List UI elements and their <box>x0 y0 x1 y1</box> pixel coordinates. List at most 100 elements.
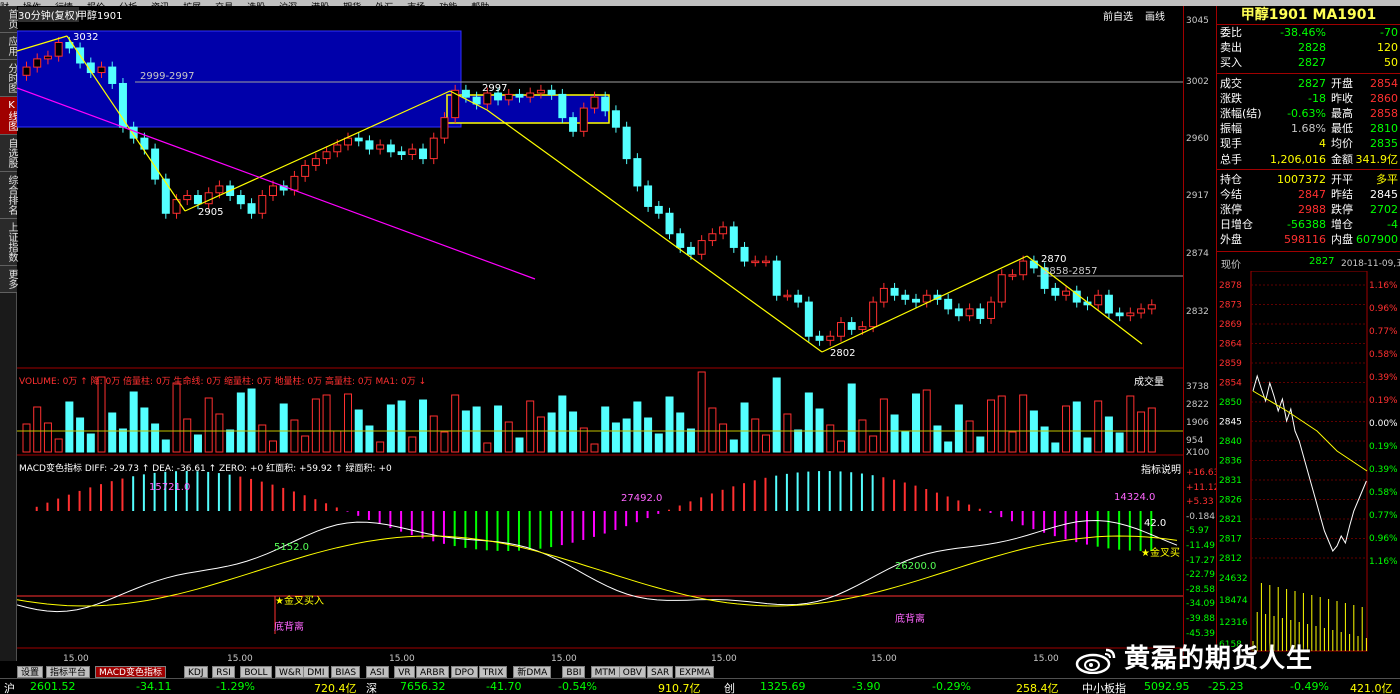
period-label[interactable]: 30分钟(复权) <box>18 7 79 22</box>
quote-value: -56388 <box>1287 218 1326 232</box>
indicator-tab[interactable]: ASI <box>366 666 389 678</box>
quote-row: 成交 2827 开盘 2854 <box>1217 76 1400 91</box>
volume-bar <box>708 407 717 453</box>
candle-body <box>761 260 770 264</box>
left-nav-item[interactable]: 更多 <box>0 266 17 293</box>
indicator-tab[interactable]: RSI <box>212 666 235 678</box>
xaxis-label: 15.00 <box>389 654 415 664</box>
volume-bar <box>547 412 556 453</box>
indicator-tab[interactable]: BOLL <box>240 666 272 678</box>
indicator-tab[interactable]: BBI <box>562 666 586 678</box>
quote-label: 涨跌 <box>1220 91 1242 105</box>
volume-bar <box>740 402 749 453</box>
indicator-tab[interactable]: 设置 <box>17 666 44 678</box>
volume-bar <box>761 434 770 453</box>
volume-bar <box>279 403 288 453</box>
candle-body <box>826 335 835 341</box>
indicator-tab[interactable]: 指标平台 <box>46 666 91 678</box>
toolbar-back-button[interactable]: 前自选 <box>1103 8 1133 23</box>
chart-canvas[interactable] <box>17 6 1183 661</box>
volume-bar <box>43 422 52 453</box>
volume-bar <box>151 423 160 453</box>
candle-body <box>1147 304 1156 310</box>
indicator-tab[interactable]: TRIX <box>478 666 508 678</box>
left-nav-item[interactable]: 应用 <box>0 33 17 60</box>
quote-value: 2860 <box>1370 91 1398 105</box>
mini-axis-left-label: 2831 <box>1219 476 1242 486</box>
sz-amount: 910.7亿 <box>658 682 701 694</box>
left-nav-item[interactable]: 分时图 <box>0 60 17 97</box>
volume-bar <box>826 424 835 453</box>
quote-value: 2827 <box>1298 56 1326 70</box>
volume-bar <box>622 418 631 453</box>
intraday-mini-chart[interactable]: 2878 2873 2869 2864 2859 2854 2850 2845 2840 2836… <box>1217 271 1400 661</box>
mini-axis-right-label: 0.77% <box>1369 327 1398 337</box>
axis-tick-label: 3045 <box>1186 16 1209 26</box>
volume-bar <box>204 397 213 453</box>
quote-row: 卖出 2828 120 <box>1217 40 1400 55</box>
indicator-tab[interactable]: KDJ <box>184 666 208 678</box>
axis-tick-label: -17.27 <box>1186 555 1216 566</box>
axis-tick-label: -28.58 <box>1186 584 1216 595</box>
indicator-tab[interactable]: EXPMA <box>675 666 715 678</box>
toolbar-draw-button[interactable]: 画线 <box>1145 8 1165 23</box>
quote-label: 振幅 <box>1220 122 1242 136</box>
candle-body <box>1126 312 1135 317</box>
left-nav-item[interactable]: 上证指数 <box>0 219 17 266</box>
left-nav-item[interactable]: 首页 <box>0 6 17 33</box>
axis-tick-label: 2832 <box>1186 307 1209 317</box>
mini-axis-left-label: 2878 <box>1219 281 1242 291</box>
indicator-tab[interactable]: OBV <box>618 666 646 678</box>
macd-area-value: 27492.0 <box>621 493 663 504</box>
cy-change: -3.90 <box>852 680 881 693</box>
candle-body <box>579 107 588 132</box>
mini-axis-right-label: 0.39% <box>1369 465 1398 475</box>
candle-body <box>944 298 953 310</box>
panel-title: 甲醇1901 MA1901 <box>1217 6 1400 25</box>
axis-tick-label: 3738 <box>1186 382 1209 392</box>
indicator-tab[interactable]: DMI <box>303 666 329 678</box>
quote-label: 外盘 <box>1220 233 1242 247</box>
candle-body <box>547 89 556 95</box>
volume-bar <box>472 406 481 453</box>
candle-body <box>772 260 781 296</box>
axis-tick-label: 954 <box>1186 436 1204 446</box>
volume-bar <box>376 441 385 453</box>
candle-body <box>43 55 52 60</box>
indicator-help-button[interactable]: 指标说明 <box>1141 461 1181 476</box>
indicator-tab[interactable]: SAR <box>647 666 674 678</box>
mini-axis-right-label: 0.39% <box>1369 373 1398 383</box>
volume-bar <box>65 401 74 453</box>
candle-body <box>440 117 449 139</box>
indicator-tab[interactable]: MACD变色指标 <box>95 666 166 678</box>
indicator-tab[interactable]: W&R <box>275 666 306 678</box>
kline-chart-area[interactable]: 30分钟(复权) 甲醇1901 前自选 画线 3032 2999-2997 29… <box>17 6 1183 664</box>
indicator-tab[interactable]: DPO <box>450 666 479 678</box>
volume-bar <box>569 411 578 453</box>
mini-axis-left-label: 2864 <box>1219 340 1242 350</box>
quote-row: 外盘 598116 内盘 607900 <box>1217 232 1400 247</box>
indicator-tab[interactable]: VR <box>394 666 415 678</box>
volume-bar <box>247 388 256 453</box>
golden-cross-label: ★金叉买 <box>1141 548 1180 559</box>
volume-indicator-button[interactable]: 成交量 <box>1134 373 1164 388</box>
candle-body <box>258 195 267 214</box>
quote-label: 昨收 <box>1331 91 1353 105</box>
mini-axis-left-label: 2821 <box>1219 515 1242 525</box>
volume-bar <box>365 425 374 453</box>
indicator-tab[interactable]: 新DMA <box>513 666 552 678</box>
candle-body <box>815 335 824 341</box>
indicator-tab[interactable]: MTM <box>590 666 620 678</box>
quote-value: 2702 <box>1370 203 1398 217</box>
left-nav-item[interactable]: 自选股 <box>0 135 17 172</box>
volume-bar <box>1126 395 1135 453</box>
volume-bar <box>440 431 449 453</box>
indicator-tab[interactable]: BIAS <box>331 666 361 678</box>
left-nav-item[interactable]: 综合排名 <box>0 172 17 219</box>
candle-body <box>804 301 813 337</box>
left-vertical-nav: 首页 应用 分时图 K线图 自选股 综合排名 上证指数 更多 <box>0 6 17 661</box>
candle-body <box>686 246 695 255</box>
axis-tick-label: 2874 <box>1186 249 1209 259</box>
left-nav-item[interactable]: K线图 <box>0 97 17 135</box>
indicator-tab[interactable]: ARBR <box>416 666 449 678</box>
